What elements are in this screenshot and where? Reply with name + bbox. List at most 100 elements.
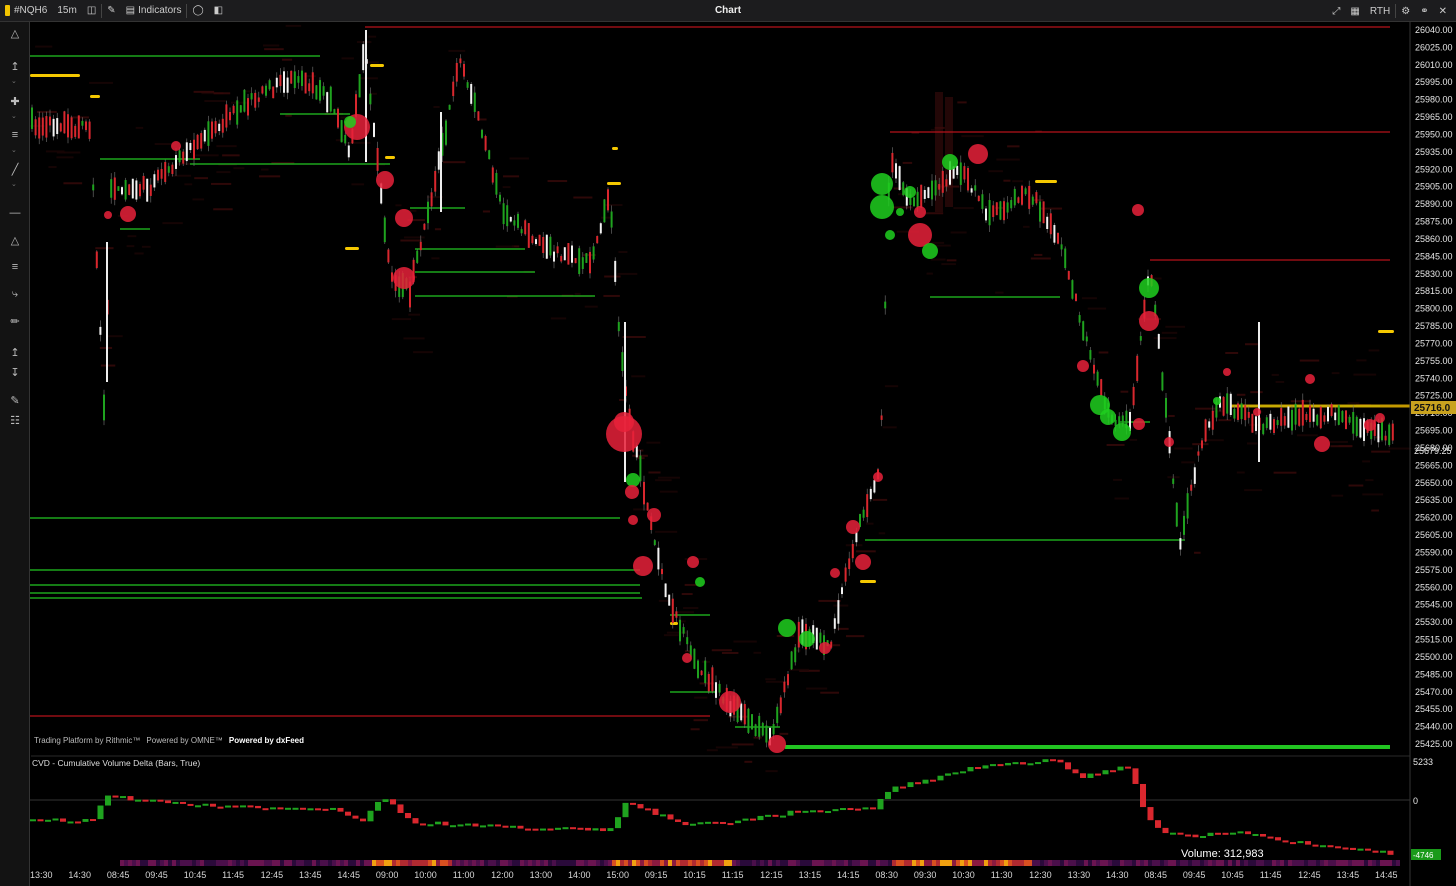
volume-strip-cell bbox=[1048, 860, 1052, 866]
cvd-bar bbox=[1252, 833, 1259, 836]
interval-selector[interactable]: 15m bbox=[52, 0, 81, 22]
chevron-down-icon[interactable]: ⌄ bbox=[11, 180, 17, 188]
session-selector[interactable]: RTH bbox=[1365, 0, 1395, 22]
replay-button[interactable]: ◯ bbox=[187, 0, 208, 22]
volume-strip-cell bbox=[804, 860, 808, 866]
drawing-button[interactable]: ✎ bbox=[102, 0, 120, 22]
volume-strip-cell bbox=[1324, 860, 1328, 866]
cvd-bar bbox=[652, 808, 659, 815]
candle-body bbox=[1294, 403, 1297, 425]
volume-strip-cell bbox=[888, 860, 892, 866]
candle-body bbox=[1323, 415, 1326, 422]
candle-body bbox=[236, 100, 239, 125]
heat-cell bbox=[865, 522, 874, 525]
candle-body bbox=[427, 201, 429, 224]
volume-strip-cell bbox=[900, 860, 904, 866]
cvd-bar bbox=[1230, 832, 1236, 835]
candle-body bbox=[1337, 405, 1340, 425]
close-button[interactable]: ✕ bbox=[1434, 0, 1452, 22]
fullscreen-button[interactable]: ⤢ bbox=[1327, 0, 1345, 22]
sort-up-tool[interactable]: ↥ bbox=[6, 345, 24, 359]
interval-label: 15m bbox=[57, 5, 77, 16]
price-candles bbox=[31, 30, 1394, 748]
object-list-tool[interactable]: ☷ bbox=[6, 413, 24, 427]
large-order-mark bbox=[345, 247, 359, 250]
chevron-down-icon[interactable]: ⌄ bbox=[11, 112, 17, 120]
cross-tool[interactable]: ✚ bbox=[6, 94, 24, 108]
sell-volume-bubble bbox=[1139, 311, 1159, 331]
volume-strip-cell bbox=[752, 860, 756, 866]
heat-cell bbox=[63, 182, 83, 185]
chart-area[interactable]: 26040.00 26025.00 26010.00 25995.00 25980.00… bbox=[30, 22, 1456, 886]
cursor-tool[interactable]: △ bbox=[6, 26, 24, 40]
indicators-button[interactable]: ▤ Indicators bbox=[121, 0, 187, 22]
cvd-bar bbox=[1005, 762, 1011, 766]
volume-strip-cell bbox=[896, 860, 900, 866]
cvd-bar bbox=[937, 775, 944, 781]
chevron-down-icon[interactable]: ⌄ bbox=[11, 146, 17, 154]
calendar-button[interactable]: ▦ bbox=[1345, 0, 1364, 22]
candle-body bbox=[1028, 185, 1031, 209]
cvd-bar bbox=[112, 795, 119, 798]
cvd-bar bbox=[1350, 847, 1356, 850]
levels-tool[interactable]: ≡ bbox=[6, 128, 24, 142]
fib-tool[interactable]: ≡ bbox=[6, 260, 24, 274]
cvd-bar bbox=[525, 828, 531, 831]
sell-volume-bubble bbox=[830, 568, 840, 578]
volume-strip-cell bbox=[876, 860, 880, 866]
price-axis[interactable]: 26040.00 26025.00 26010.00 25995.00 25980.00… bbox=[1415, 25, 1453, 749]
candle-body bbox=[49, 116, 51, 126]
candle-body bbox=[153, 174, 156, 188]
time-tick-label: 11:30 bbox=[991, 870, 1013, 880]
candle-body bbox=[1071, 280, 1074, 299]
candle-body bbox=[1031, 196, 1034, 205]
heat-cell bbox=[395, 204, 402, 207]
link-button[interactable]: ⚭ bbox=[1415, 0, 1433, 22]
volume-strip-cell bbox=[640, 860, 644, 866]
heat-cell bbox=[659, 490, 678, 493]
shape-tool[interactable]: △ bbox=[6, 233, 24, 247]
candle-body bbox=[391, 272, 393, 282]
buy-volume-bubble bbox=[799, 631, 815, 647]
layout-button[interactable]: ◧ bbox=[209, 0, 228, 22]
cvd-bar bbox=[255, 805, 261, 809]
brush-tool[interactable]: ✎ bbox=[6, 393, 24, 407]
curve-tool[interactable]: ⤷ bbox=[6, 287, 24, 301]
volume-strip-cell bbox=[224, 860, 228, 866]
candle-body bbox=[898, 166, 901, 190]
heat-cell bbox=[1023, 225, 1030, 228]
cvd-bar bbox=[1042, 759, 1049, 763]
symbol-selector[interactable]: #NQH6 bbox=[0, 0, 52, 22]
volume-strip-cell bbox=[1152, 860, 1156, 866]
candle-body bbox=[1305, 414, 1308, 420]
ruler-tool[interactable]: ✏ bbox=[6, 314, 24, 328]
heat-cell bbox=[502, 186, 511, 189]
cvd-bar bbox=[1185, 834, 1191, 837]
time-axis[interactable]: 13:30 14:30 08:45 09:45 10:45 11:45 12:45 13:45… bbox=[30, 870, 1398, 880]
volume-strip-cell bbox=[372, 860, 376, 866]
trendline-tool[interactable]: ╱ bbox=[6, 162, 24, 176]
volume-strip-cell bbox=[704, 860, 708, 866]
volume-strip-cell bbox=[1320, 860, 1324, 866]
candle-body bbox=[578, 248, 581, 275]
volume-strip-cell bbox=[760, 860, 764, 866]
candle-body bbox=[203, 129, 206, 142]
candle-body bbox=[621, 352, 624, 372]
current-price-badge: 25716.0 bbox=[1414, 403, 1451, 414]
settings-button[interactable]: ⚙ bbox=[1396, 0, 1415, 22]
horizontal-ray-tool[interactable]: ↥ bbox=[6, 59, 24, 73]
volume-strip-cell bbox=[500, 860, 504, 866]
volume-strip-cell bbox=[1248, 860, 1252, 866]
heat-cell bbox=[154, 143, 175, 146]
volume-strip-cell bbox=[332, 860, 336, 866]
sort-down-tool[interactable]: ↧ bbox=[6, 365, 24, 379]
horizontal-line-tool[interactable]: — bbox=[6, 206, 24, 220]
candle-body bbox=[1197, 451, 1200, 456]
volume-strip-cell bbox=[1280, 860, 1284, 866]
candle-body bbox=[938, 184, 941, 190]
chart-type-button[interactable]: ◫ bbox=[82, 0, 101, 22]
volume-strip-cell bbox=[240, 860, 244, 866]
candle-body bbox=[567, 243, 570, 265]
volume-strip-cell bbox=[1068, 860, 1072, 866]
chevron-down-icon[interactable]: ⌄ bbox=[11, 77, 17, 85]
